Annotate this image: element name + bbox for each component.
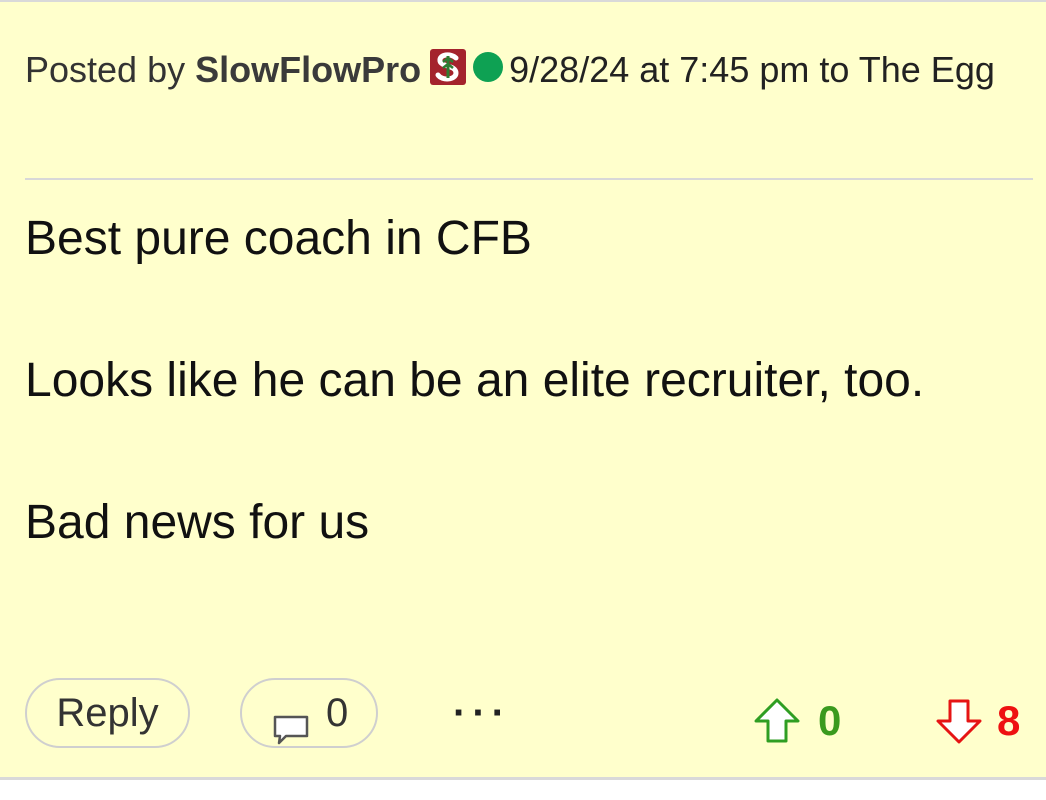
board-link[interactable]: The Egg <box>859 49 995 90</box>
post-body-line: Bad news for us <box>25 496 370 549</box>
post-body: Best pure coach in CFB Looks like he can… <box>25 210 1025 636</box>
arrow-down-icon[interactable] <box>934 696 984 746</box>
meta-divider <box>25 178 1033 180</box>
post-timestamp: 9/28/24 at 7:45 pm <box>509 49 810 90</box>
posted-by-label: Posted by <box>25 49 186 90</box>
downvote-count: 8 <box>997 697 1021 744</box>
username-link[interactable]: SlowFlowPro <box>195 49 421 90</box>
online-dot-icon <box>473 52 504 82</box>
comment-count: 0 <box>326 691 349 735</box>
upvote-count: 0 <box>818 697 842 744</box>
comment-bubble-icon <box>272 700 310 745</box>
more-options-button[interactable]: ··· <box>453 678 523 748</box>
reply-button[interactable]: Reply <box>25 678 190 748</box>
stanford-s-logo-icon <box>429 44 467 85</box>
post-meta: Posted by SlowFlowPro 9/28/24 at 7:45 pm … <box>25 40 1015 100</box>
to-label: to <box>819 49 850 90</box>
arrow-up-icon[interactable] <box>752 696 802 746</box>
comments-button[interactable]: 0 <box>240 678 378 748</box>
post-actions: Reply 0 ··· 0 8 <box>0 678 1046 752</box>
post-body-line: Looks like he can be an elite recruiter,… <box>25 354 925 407</box>
forum-post: Posted by SlowFlowPro 9/28/24 at 7:45 pm … <box>0 0 1046 780</box>
post-body-line: Best pure coach in CFB <box>25 212 532 265</box>
